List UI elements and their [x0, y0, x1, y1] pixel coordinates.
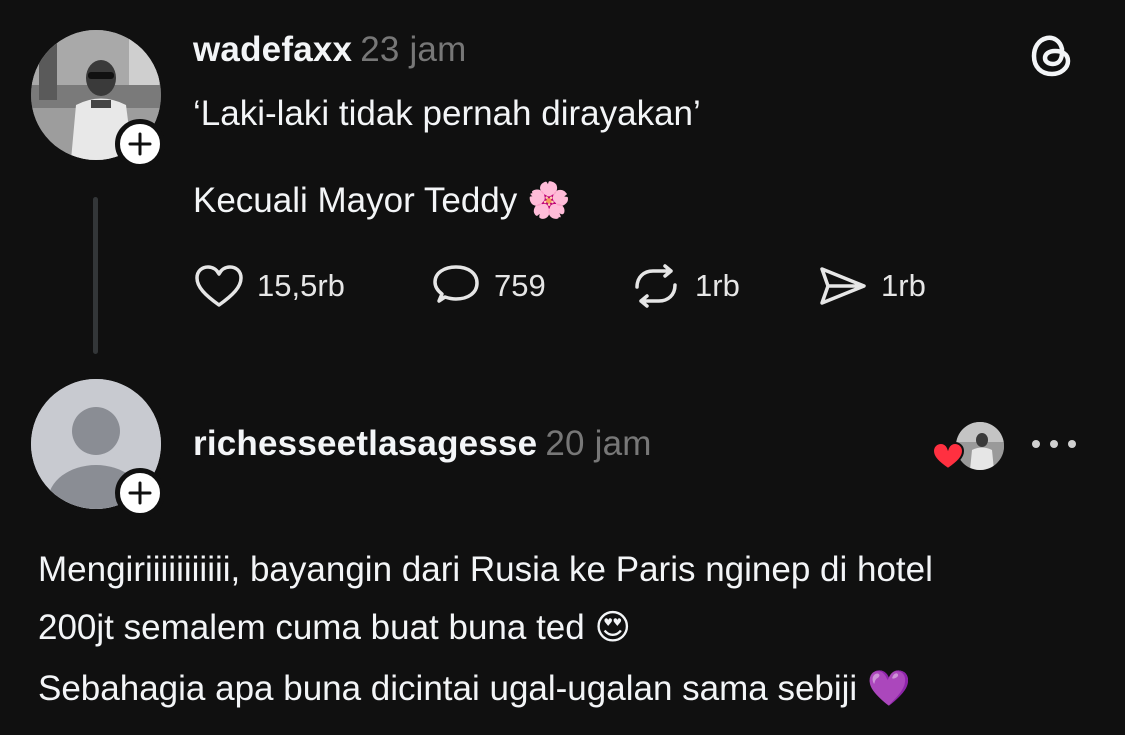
- reply-header: richesseetlasagesse 20 jam: [193, 424, 652, 464]
- heart-outline-icon: [195, 265, 243, 307]
- heart-filled-icon: [931, 441, 965, 471]
- reply-text: 200jt semalem cuma buat buna ted: [38, 608, 585, 647]
- repost-count: 1rb: [695, 268, 740, 303]
- username[interactable]: wadefaxx: [193, 30, 352, 69]
- thread-line: [93, 197, 98, 354]
- threads-feed: wadefaxx 23 jam ‘Laki-laki tidak pernah d…: [0, 0, 1125, 735]
- purple-heart-emoji: 💜: [866, 669, 911, 708]
- repost-icon: [635, 264, 677, 308]
- post-header: wadefaxx 23 jam: [193, 30, 466, 70]
- comment-icon: [433, 265, 479, 303]
- timestamp: 23 jam: [360, 30, 467, 69]
- heart-eyes-emoji: 😍: [594, 608, 631, 647]
- reply-text: Sebahagia apa buna dicintai ugal-ugalan …: [38, 669, 858, 708]
- reply-button[interactable]: 759: [430, 261, 546, 311]
- follow-button[interactable]: [115, 468, 165, 518]
- reply-text-line-2: 200jt semalem cuma buat buna ted 😍: [38, 608, 631, 648]
- send-icon: [820, 267, 866, 305]
- post-text-line-2: Kecuali Mayor Teddy 🌸: [193, 180, 571, 221]
- like-count: 15,5rb: [257, 268, 345, 303]
- plus-icon: [128, 481, 152, 505]
- post-text-line-1: ‘Laki-laki tidak pernah dirayakan’: [193, 94, 701, 133]
- post-text: Kecuali Mayor Teddy: [193, 181, 518, 220]
- like-button[interactable]: 15,5rb: [193, 261, 345, 311]
- reply-text-line-1: Mengiriiiiiiiiiii, bayangin dari Rusia k…: [38, 550, 933, 589]
- reply-text-line-3: Sebahagia apa buna dicintai ugal-ugalan …: [38, 668, 911, 709]
- more-horizontal-icon[interactable]: [1028, 430, 1080, 458]
- share-button[interactable]: 1rb: [817, 261, 926, 311]
- threads-icon[interactable]: [1028, 30, 1078, 80]
- reply-count: 759: [494, 268, 546, 303]
- follow-button[interactable]: [115, 119, 165, 169]
- username[interactable]: richesseetlasagesse: [193, 424, 537, 463]
- repost-button[interactable]: 1rb: [629, 261, 740, 311]
- flower-emoji: 🌸: [526, 181, 571, 220]
- share-count: 1rb: [881, 268, 926, 303]
- timestamp: 20 jam: [545, 424, 652, 463]
- plus-icon: [128, 132, 152, 156]
